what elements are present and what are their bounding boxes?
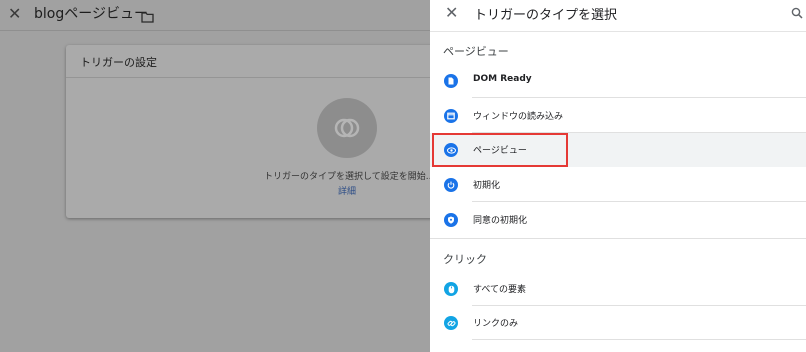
section-label-click: クリック bbox=[443, 253, 487, 266]
trigger-item-just-links[interactable]: リンクのみ bbox=[430, 306, 806, 340]
power-icon bbox=[444, 178, 458, 192]
highlight-box bbox=[432, 133, 568, 167]
tag-title[interactable]: blogページビュー bbox=[34, 3, 148, 23]
document-icon bbox=[444, 74, 458, 88]
panel-title: トリガーのタイプを選択 bbox=[474, 8, 618, 23]
trigger-item-label: リンクのみ bbox=[473, 319, 519, 329]
trigger-item-all-elements[interactable]: すべての要素 bbox=[430, 272, 806, 306]
close-icon[interactable]: ✕ bbox=[8, 4, 21, 23]
item-divider bbox=[472, 201, 806, 202]
panel-header: ✕ トリガーのタイプを選択 bbox=[430, 0, 806, 31]
section-label-pageview: ページビュー bbox=[443, 45, 509, 58]
close-icon[interactable]: ✕ bbox=[445, 3, 458, 22]
mouse-icon bbox=[444, 282, 458, 296]
trigger-type-panel: ✕ トリガーのタイプを選択 ページビュー DOM Ready ウィンドウの読み込… bbox=[430, 0, 806, 352]
header-divider bbox=[0, 30, 430, 31]
section-divider bbox=[430, 238, 806, 239]
search-icon[interactable] bbox=[791, 4, 803, 23]
link-icon bbox=[444, 316, 458, 330]
trigger-item-initialization[interactable]: 初期化 bbox=[430, 168, 806, 202]
item-divider bbox=[472, 97, 806, 98]
trigger-item-label: DOM Ready bbox=[473, 74, 532, 84]
trigger-item-label: 同意の初期化 bbox=[473, 216, 528, 226]
item-divider bbox=[472, 339, 806, 340]
folder-icon[interactable] bbox=[141, 8, 154, 27]
details-link[interactable]: 詳細 bbox=[338, 184, 356, 197]
trigger-item-label: 初期化 bbox=[473, 181, 501, 191]
panel-header-divider bbox=[430, 31, 806, 32]
trigger-item-consent-initialization[interactable]: 同意の初期化 bbox=[430, 203, 806, 237]
trigger-item-dom-ready[interactable]: DOM Ready bbox=[430, 64, 806, 98]
trigger-item-label: すべての要素 bbox=[473, 285, 527, 295]
trigger-placeholder-icon[interactable] bbox=[317, 98, 377, 158]
editor-header: ✕ blogページビュー bbox=[0, 0, 430, 30]
trigger-config-card: トリガーの設定 トリガーのタイプを選択して設定を開始... 詳細 bbox=[66, 45, 446, 218]
card-hint: トリガーのタイプを選択して設定を開始... bbox=[264, 172, 435, 182]
card-divider bbox=[66, 77, 446, 78]
trigger-item-label: ウィンドウの読み込み bbox=[473, 112, 564, 122]
window-icon bbox=[444, 109, 458, 123]
card-title: トリガーの設定 bbox=[80, 56, 157, 69]
trigger-item-window-loaded[interactable]: ウィンドウの読み込み bbox=[430, 99, 806, 133]
shield-icon bbox=[444, 213, 458, 227]
